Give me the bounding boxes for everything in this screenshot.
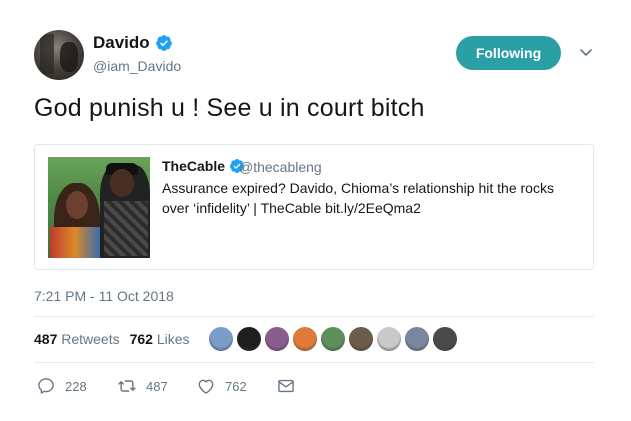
quoted-author-name: TheCable	[162, 158, 226, 174]
liker-avatar[interactable]	[348, 326, 374, 352]
engagement-stats: 487 Retweets 762 Likes	[34, 331, 190, 347]
like-count: 762	[225, 378, 247, 394]
heart-icon	[198, 379, 214, 394]
reply-count: 228	[65, 378, 87, 394]
liker-avatars	[208, 326, 460, 352]
liker-avatar[interactable]	[432, 326, 458, 352]
retweets-stat[interactable]: 487 Retweets	[34, 331, 120, 347]
retweets-count: 487	[34, 331, 58, 347]
like-action[interactable]: 762	[196, 376, 247, 396]
divider	[34, 362, 594, 363]
quoted-author-name-row: TheCable	[162, 158, 245, 174]
retweet-count: 487	[146, 378, 168, 394]
author-handle[interactable]: @iam_Davido	[93, 58, 181, 74]
liker-avatar[interactable]	[208, 326, 234, 352]
author-avatar[interactable]	[34, 30, 84, 80]
author-name-row[interactable]: Davido	[93, 33, 173, 53]
tweet-text: God punish u ! See u in court bitch	[34, 94, 425, 122]
liker-avatar[interactable]	[320, 326, 346, 352]
chevron-down-icon[interactable]	[578, 44, 594, 60]
liker-avatar[interactable]	[236, 326, 262, 352]
reply-icon	[38, 378, 54, 394]
tweet-timestamp[interactable]: 7:21 PM - 11 Oct 2018	[34, 288, 174, 304]
retweet-icon	[118, 380, 136, 392]
likes-label: Likes	[156, 331, 190, 347]
liker-avatar[interactable]	[264, 326, 290, 352]
liker-avatar[interactable]	[292, 326, 318, 352]
liker-avatar[interactable]	[404, 326, 430, 352]
direct-message-action[interactable]	[276, 376, 296, 396]
likes-stat[interactable]: 762 Likes	[130, 331, 190, 347]
following-button[interactable]: Following	[456, 36, 561, 70]
retweets-label: Retweets	[61, 331, 120, 347]
envelope-icon	[278, 379, 294, 393]
likes-count: 762	[129, 331, 153, 347]
quoted-tweet-text: Assurance expired? Davido, Chioma’s rela…	[162, 180, 554, 216]
author-name[interactable]: Davido	[93, 33, 150, 53]
quoted-author-handle: @thecableng	[239, 159, 322, 175]
divider	[34, 316, 594, 317]
reply-action[interactable]: 228	[36, 376, 87, 396]
retweet-action[interactable]: 487	[117, 376, 168, 396]
liker-avatar[interactable]	[376, 326, 402, 352]
quoted-tweet-image[interactable]	[48, 157, 150, 258]
verified-badge-icon	[155, 35, 172, 51]
